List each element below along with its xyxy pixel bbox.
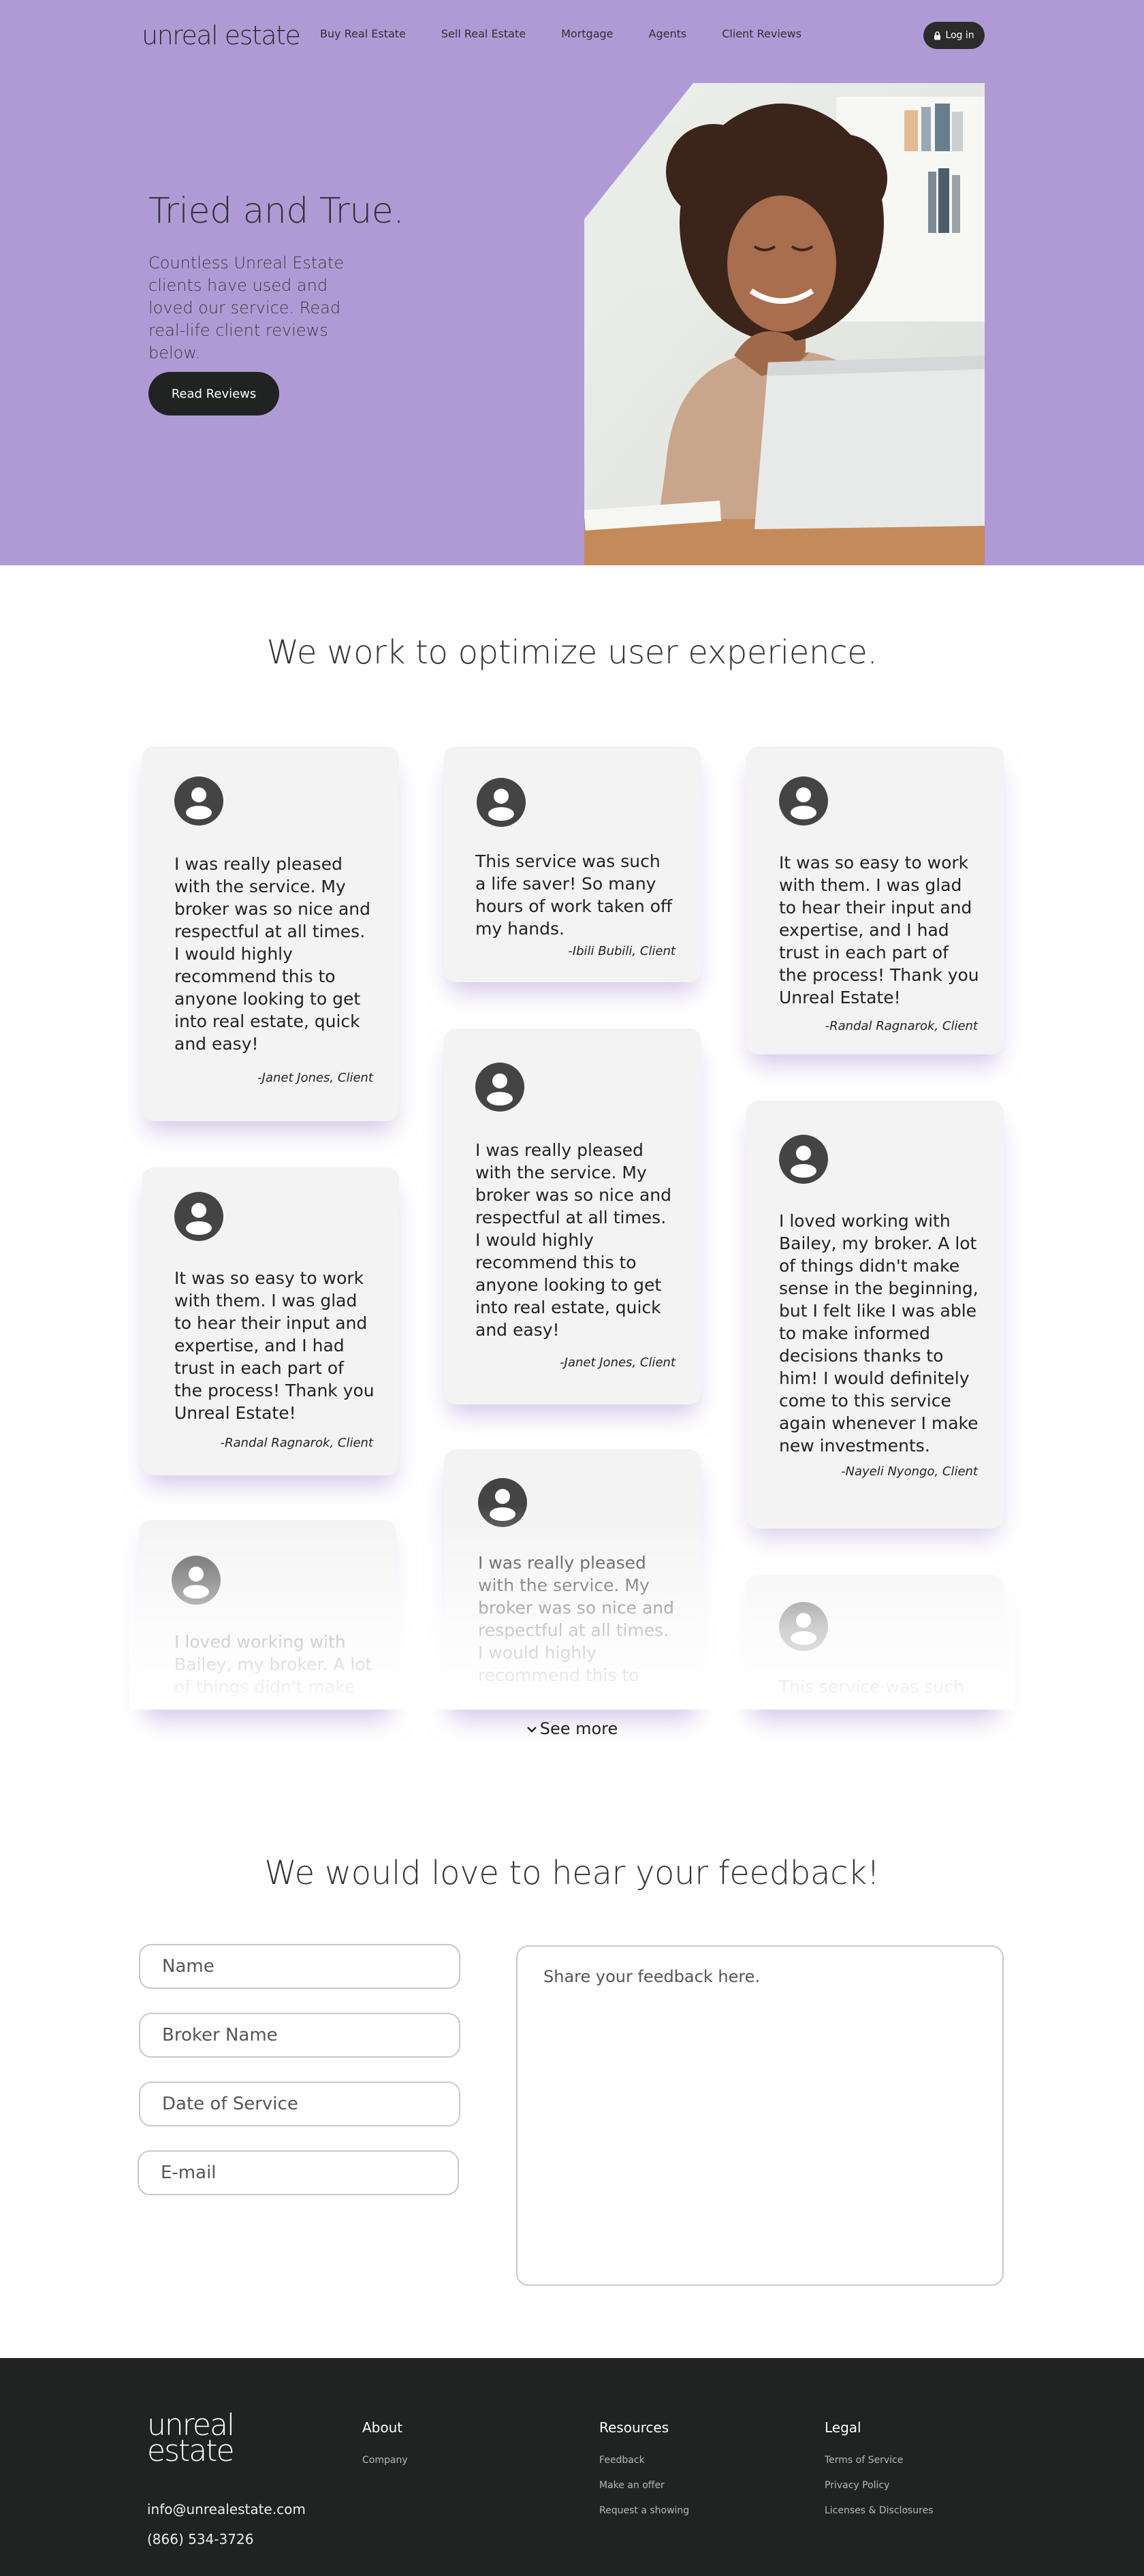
footer-resources-heading: Resources [599, 2419, 669, 2436]
name-field[interactable] [139, 1944, 460, 1989]
footer-link-feedback[interactable]: Feedback [599, 2455, 689, 2466]
testimonial-text: I loved working with Bailey, my broker. … [174, 1632, 372, 1697]
feedback-textarea[interactable] [516, 1945, 1004, 2286]
user-avatar-icon [174, 1192, 223, 1241]
nav-sell[interactable]: Sell Real Estate [441, 27, 526, 40]
user-avatar-icon [477, 778, 526, 827]
footer-logo-line-2: estate [147, 2434, 235, 2468]
testimonial-text: I was really pleased with the service. M… [174, 854, 370, 1054]
footer-link-terms[interactable]: Terms of Service [825, 2455, 934, 2466]
hero-title: Tried and True. [148, 191, 404, 232]
footer-link-make-offer[interactable]: Make an offer [599, 2480, 689, 2492]
testimonial-text: This service was such a life saver! So m… [475, 851, 673, 939]
read-reviews-button[interactable]: Read Reviews [148, 372, 279, 415]
footer-link-company[interactable]: Company [362, 2455, 408, 2466]
testimonial-card: This service was such a life saver! So m… [444, 747, 701, 982]
testimonial-text: I loved working with Bailey, my broker. … [779, 1211, 979, 1456]
testimonial-author: -Janet Jones, Client [257, 1071, 373, 1085]
login-button[interactable]: Log in [923, 22, 985, 49]
nav-agents[interactable]: Agents [649, 27, 687, 40]
login-label: Log in [945, 30, 974, 41]
testimonial-author: -Ibili Bubili, Client [568, 944, 676, 958]
testimonial-text: I was really pleased with the service. M… [478, 1553, 674, 1685]
footer-resources-column: Resources Feedback Make an offer Request… [599, 2419, 689, 2530]
see-more-link[interactable]: See more [0, 1719, 1144, 1738]
user-avatar-icon [779, 1602, 828, 1651]
testimonial-card: This service was such a [746, 1575, 1004, 1710]
user-avatar-icon [174, 776, 223, 826]
testimonial-card: It was so easy to work with them. I was … [142, 1167, 399, 1475]
testimonial-text: I was really pleased with the service. M… [475, 1140, 671, 1340]
see-more-label: See more [539, 1719, 618, 1738]
user-avatar-icon [779, 1135, 828, 1184]
testimonial-card: I loved working with Bailey, my broker. … [139, 1520, 396, 1710]
testimonial-text: This service was such a [779, 1677, 964, 1697]
user-avatar-icon [478, 1478, 527, 1527]
logo[interactable]: unreal estate [142, 20, 301, 50]
feedback-title: We would love to hear your feedback! [264, 1854, 880, 1892]
user-avatar-icon [172, 1556, 221, 1605]
footer-link-licenses[interactable]: Licenses & Disclosures [825, 2505, 934, 2517]
email-field[interactable] [138, 2150, 459, 2195]
main-nav: Buy Real Estate Sell Real Estate Mortgag… [320, 27, 801, 40]
testimonial-card: I was really pleased with the service. M… [444, 1449, 701, 1710]
footer-legal-heading: Legal [825, 2419, 861, 2436]
testimonial-author: -Randal Ragnarok, Client [220, 1436, 373, 1450]
testimonial-author: -Randal Ragnarok, Client [825, 1019, 978, 1033]
hero-subtitle: Countless Unreal Estate clients have use… [148, 253, 345, 362]
date-of-service-field[interactable] [139, 2082, 460, 2126]
footer-about-column: About Company [362, 2419, 408, 2480]
lock-icon [934, 31, 941, 40]
footer-email[interactable]: info@unrealestate.com [147, 2501, 306, 2517]
footer-link-privacy[interactable]: Privacy Policy [825, 2480, 934, 2492]
testimonial-text: It was so easy to work with them. I was … [779, 853, 979, 1007]
testimonial-card: I was really pleased with the service. M… [142, 747, 399, 1121]
nav-client-reviews[interactable]: Client Reviews [722, 27, 801, 40]
user-avatar-icon [779, 776, 828, 826]
testimonial-text: It was so easy to work with them. I was … [174, 1268, 375, 1423]
footer: unreal estate info@unrealestate.com (866… [0, 2358, 1144, 2576]
testimonial-card: It was so easy to work with them. I was … [746, 747, 1004, 1054]
footer-logo[interactable]: unreal estate [147, 2410, 235, 2468]
footer-legal-column: Legal Terms of Service Privacy Policy Li… [825, 2419, 934, 2530]
testimonials-title: We work to optimize user experience. [266, 633, 878, 672]
hero-photo [584, 83, 985, 565]
chevron-down-icon [526, 1727, 537, 1733]
testimonial-author: -Nayeli Nyongo, Client [841, 1464, 978, 1479]
hero-section: unreal estate Buy Real Estate Sell Real … [0, 0, 1144, 565]
testimonial-card: I loved working with Bailey, my broker. … [746, 1101, 1004, 1528]
testimonial-author: -Janet Jones, Client [560, 1355, 676, 1370]
footer-link-request-showing[interactable]: Request a showing [599, 2505, 689, 2517]
broker-name-field[interactable] [139, 2013, 460, 2058]
nav-buy[interactable]: Buy Real Estate [320, 27, 406, 40]
footer-about-heading: About [362, 2419, 403, 2436]
nav-mortgage[interactable]: Mortgage [561, 27, 613, 40]
user-avatar-icon [475, 1063, 524, 1112]
testimonial-card: I was really pleased with the service. M… [444, 1028, 701, 1404]
footer-phone[interactable]: (866) 534-3726 [147, 2531, 253, 2547]
